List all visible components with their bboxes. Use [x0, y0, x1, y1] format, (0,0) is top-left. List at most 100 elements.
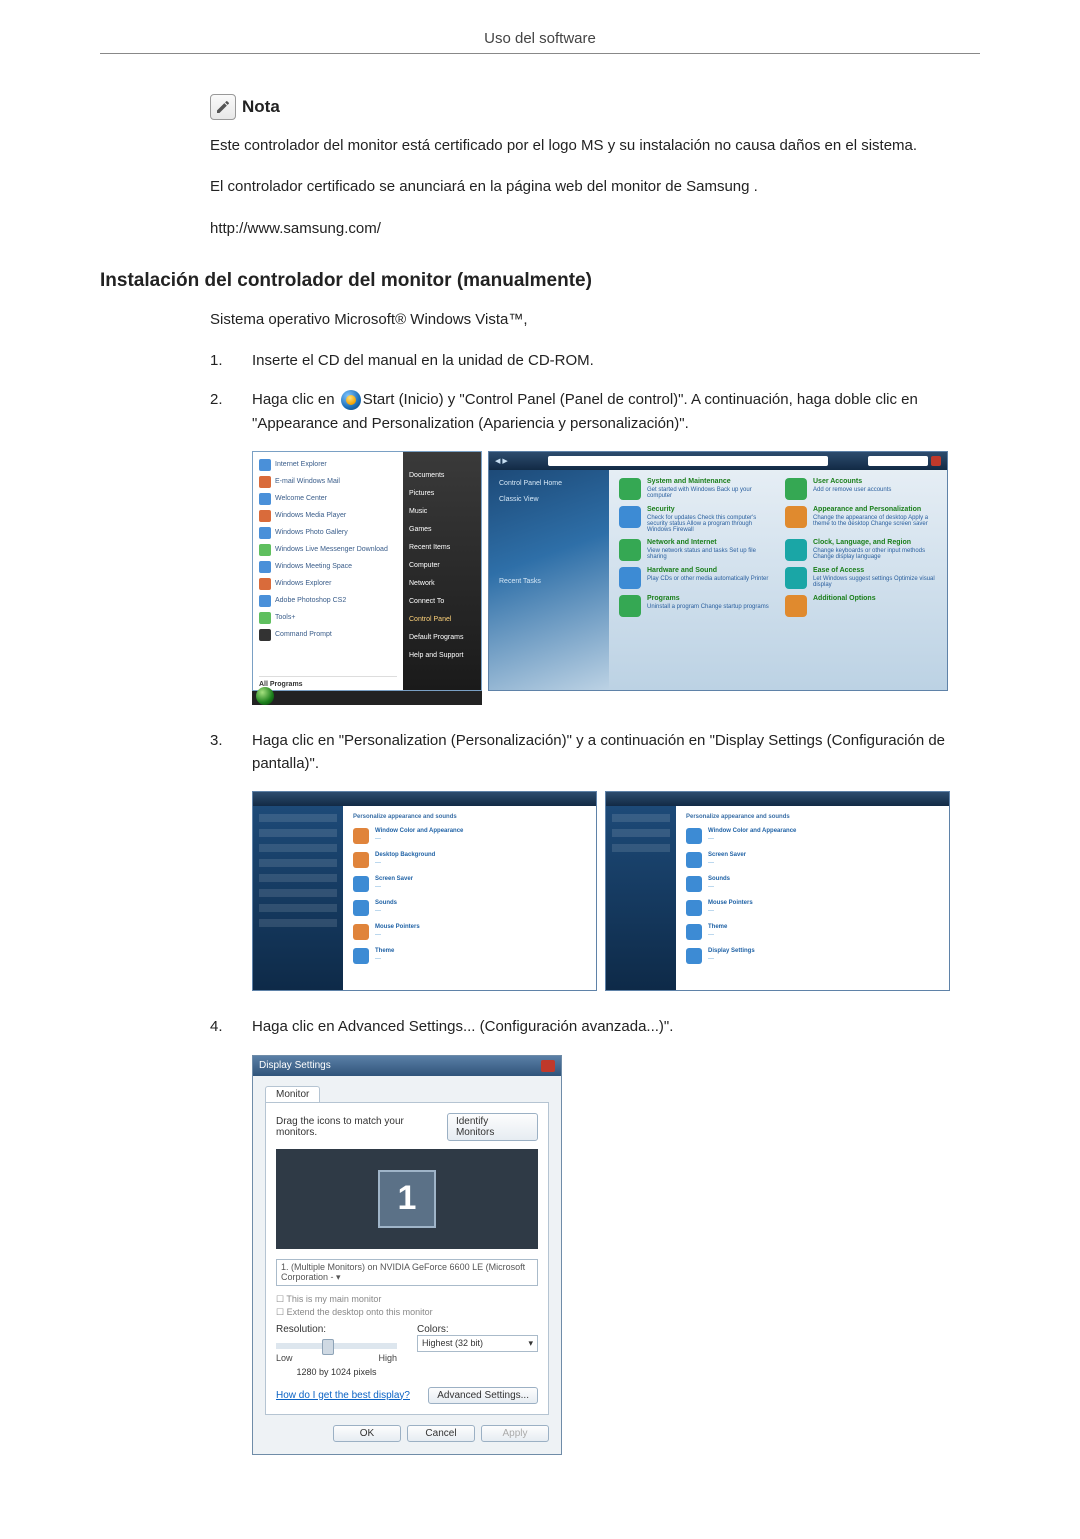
pers-item: Window Color and Appearance — [375, 828, 463, 834]
main-monitor-checkbox: ☐ This is my main monitor — [276, 1294, 538, 1305]
monitor-icon: 1 — [378, 1170, 436, 1228]
start-all-programs: All Programs — [259, 676, 397, 688]
close-icon — [931, 456, 941, 466]
appearance-item: Mouse Pointers — [708, 900, 753, 906]
section-body: Sistema operativo Microsoft® Windows Vis… — [210, 308, 970, 1455]
note-paragraph-2: El controlador certificado se anunciará … — [210, 175, 970, 198]
appearance-heading: Personalize appearance and sounds — [686, 814, 939, 820]
start-item: Adobe Photoshop CS2 — [275, 597, 346, 604]
dialog-titlebar: Display Settings — [253, 1056, 561, 1076]
pers-item-icon — [353, 852, 369, 868]
start-item: Tools+ — [275, 614, 295, 621]
start-right-item: Games — [409, 526, 475, 538]
colors-column: Colors: Highest (32 bit)▾ — [417, 1324, 538, 1377]
identify-monitors-button: Identify Monitors — [447, 1113, 538, 1141]
appearance-item-icon — [686, 948, 702, 964]
personalization-sidebar — [253, 806, 343, 990]
cp-side-item: Recent Tasks — [499, 578, 599, 588]
cp-item-title: Hardware and Sound — [647, 567, 768, 574]
start-item: Command Prompt — [275, 631, 332, 638]
dialog-tab-monitor: Monitor — [265, 1086, 320, 1102]
note-paragraph-1: Este controlador del monitor está certif… — [210, 134, 970, 157]
cp-item-sub: Change keyboards or other input methods … — [813, 548, 937, 560]
screenshot-start-and-control-panel: Internet Explorer E-mail Windows Mail We… — [252, 451, 970, 705]
start-right-item: Network — [409, 580, 475, 592]
dialog-body: Monitor Drag the icons to match your mon… — [253, 1076, 561, 1454]
cp-item-title: User Accounts — [813, 478, 891, 485]
document-page: Uso del software Nota Este controlador d… — [0, 0, 1080, 1539]
pers-item-icon — [353, 876, 369, 892]
cp-category-icon — [619, 595, 641, 617]
start-item: Windows Media Player — [275, 512, 346, 519]
pers-item: Sounds — [375, 900, 397, 906]
step-2: 2. Haga clic en Start (Inicio) y "Contro… — [210, 388, 970, 435]
step-number: 1. — [210, 349, 230, 372]
appearance-item-icon — [686, 852, 702, 868]
pers-item-icon — [353, 948, 369, 964]
cp-item-sub: Play CDs or other media automatically Pr… — [647, 576, 768, 582]
start-item: Windows Live Messenger Download — [275, 546, 388, 553]
cp-category-icon — [619, 567, 641, 589]
taskbar — [252, 691, 482, 705]
appearance-item-icon — [686, 876, 702, 892]
start-orb-icon — [256, 687, 274, 705]
cp-category-icon — [785, 567, 807, 589]
control-panel-titlebar: ◀ ▶ — [489, 452, 947, 470]
pers-item-icon — [353, 828, 369, 844]
appearance-item: Screen Saver — [708, 852, 746, 858]
start-right-item: Help and Support — [409, 652, 475, 664]
extend-desktop-checkbox: ☐ Extend the desktop onto this monitor — [276, 1307, 538, 1318]
page-header-title: Uso del software — [100, 30, 980, 53]
start-right-item: Documents — [409, 472, 475, 484]
screenshot-display-settings-dialog: Display Settings Monitor Drag the icons … — [252, 1055, 562, 1455]
colors-label: Colors: — [417, 1324, 538, 1335]
appearance-item-icon — [686, 828, 702, 844]
advanced-settings-button: Advanced Settings... — [428, 1387, 538, 1404]
cp-item-title: Additional Options — [813, 595, 876, 602]
resolution-label: Resolution: — [276, 1324, 397, 1335]
slider-thumb-icon — [322, 1339, 334, 1355]
cp-category-icon — [785, 478, 807, 500]
monitor-select-combo: 1. (Multiple Monitors) on NVIDIA GeForce… — [276, 1259, 538, 1286]
dialog-drag-text: Drag the icons to match your monitors. — [276, 1116, 447, 1138]
monitor-number: 1 — [398, 1179, 417, 1218]
start-right-item: Connect To — [409, 598, 475, 610]
start-right-item: Recent Items — [409, 544, 475, 556]
cp-category-icon — [785, 506, 807, 528]
start-item: Windows Photo Gallery — [275, 529, 348, 536]
note-block: Nota Este controlador del monitor está c… — [210, 94, 970, 240]
personalization-titlebar — [253, 792, 596, 806]
dialog-panel: Drag the icons to match your monitors. I… — [265, 1102, 549, 1415]
step-3: 3. Haga clic en "Personalization (Person… — [210, 729, 970, 776]
cp-side-item: Control Panel Home — [499, 480, 599, 490]
dialog-footer: OK Cancel Apply — [265, 1425, 549, 1442]
appearance-personalization-window: Personalize appearance and sounds Window… — [605, 791, 950, 991]
pers-item: Theme — [375, 948, 394, 954]
control-panel-body: Control Panel Home Classic View Recent T… — [489, 470, 947, 690]
steps-list: 1. Inserte el CD del manual en la unidad… — [210, 349, 970, 435]
monitor-preview: 1 — [276, 1149, 538, 1249]
note-label: Nota — [242, 97, 280, 117]
step-1: 1. Inserte el CD del manual en la unidad… — [210, 349, 970, 372]
start-menu-right-column: Documents Pictures Music Games Recent It… — [403, 452, 481, 690]
start-item: Internet Explorer — [275, 461, 327, 468]
start-right-control-panel: Control Panel — [409, 616, 475, 628]
note-heading-row: Nota — [210, 94, 970, 120]
dialog-title-text: Display Settings — [259, 1060, 331, 1071]
step-2-before: Haga clic en — [252, 391, 339, 408]
ok-button: OK — [333, 1425, 401, 1442]
note-url: http://www.samsung.com/ — [210, 217, 970, 240]
step-text: Haga clic en Advanced Settings... (Confi… — [252, 1015, 970, 1038]
start-right-item: Default Programs — [409, 634, 475, 646]
screenshot-start-menu: Internet Explorer E-mail Windows Mail We… — [252, 451, 482, 705]
step-4: 4. Haga clic en Advanced Settings... (Co… — [210, 1015, 970, 1038]
slider-high-label: High — [378, 1353, 397, 1363]
start-right-item: Pictures — [409, 490, 475, 502]
pers-item: Mouse Pointers — [375, 924, 420, 930]
cp-item-title: Ease of Access — [813, 567, 937, 574]
screenshot-personalization-and-appearance: Personalize appearance and sounds Window… — [252, 791, 970, 991]
section-intro: Sistema operativo Microsoft® Windows Vis… — [210, 308, 970, 331]
start-right-item: Music — [409, 508, 475, 520]
appearance-sidebar — [606, 806, 676, 990]
cp-item-sub: Add or remove user accounts — [813, 487, 891, 493]
